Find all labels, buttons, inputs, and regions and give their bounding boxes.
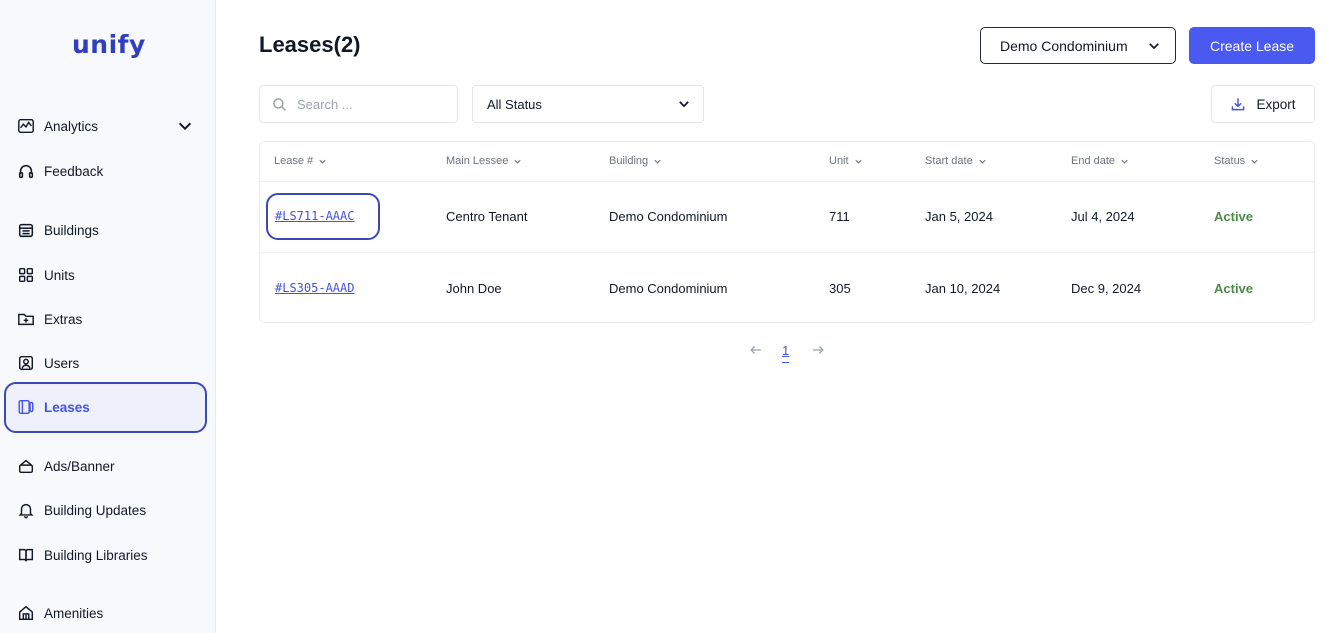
sidebar-item-buildings[interactable]: Buildings (16, 214, 202, 246)
chevron-down-icon[interactable] (176, 117, 194, 135)
brand-logo[interactable]: unify (72, 30, 146, 59)
sidebar-item-label: Buildings (44, 222, 99, 238)
status-badge: Active (1214, 281, 1254, 296)
column-header-start-date[interactable]: Start date (925, 155, 987, 167)
grid-icon (16, 265, 36, 285)
search-input[interactable] (297, 96, 447, 112)
chevron-down-icon (1149, 42, 1159, 49)
chevron-down-icon (514, 159, 521, 164)
sidebar-item-label: Leases (44, 399, 90, 415)
create-lease-button[interactable]: Create Lease (1189, 27, 1315, 64)
building-cell: Demo Condominium (609, 209, 728, 224)
status-filter-value: All Status (487, 96, 542, 112)
page-title: Leases(2) (259, 32, 361, 57)
folder-plus-icon (16, 309, 36, 329)
lease-id-link[interactable]: #LS305-AAAD (275, 281, 354, 295)
table-header: Lease # Main Lessee Building Unit Start … (260, 142, 1314, 182)
column-header-main-lessee[interactable]: Main Lessee (446, 155, 522, 167)
headset-icon (16, 161, 36, 181)
user-square-icon (16, 353, 36, 373)
table-row[interactable]: #LS305-AAAD John Doe Demo Condominium 30… (260, 252, 1314, 323)
sidebar-item-label: Users (44, 355, 80, 371)
page-number-current[interactable]: 1 (782, 343, 790, 363)
column-header-status[interactable]: Status (1214, 155, 1259, 167)
unit-cell: 711 (829, 209, 850, 224)
sidebar: unify Analytics Feedback Buildings Units… (0, 0, 216, 633)
amenities-icon (16, 603, 36, 623)
arrow-left-icon[interactable] (749, 343, 763, 357)
sidebar-item-analytics[interactable]: Analytics (16, 110, 202, 142)
chevron-down-icon (654, 159, 661, 164)
sidebar-item-leases[interactable]: Leases (16, 391, 202, 423)
sidebar-item-label: Amenities (44, 605, 104, 621)
book-icon (16, 545, 36, 565)
search-box[interactable] (259, 85, 458, 123)
leases-table: Lease # Main Lessee Building Unit Start … (259, 141, 1315, 323)
sidebar-item-building-updates[interactable]: Building Updates (16, 494, 202, 526)
chevron-down-icon (979, 159, 986, 164)
bell-icon (16, 500, 36, 520)
column-header-lease[interactable]: Lease # (274, 155, 327, 167)
end-date-cell: Jul 4, 2024 (1071, 209, 1135, 224)
pagination: 1 (745, 340, 835, 370)
table-row[interactable]: #LS711-AAAC Centro Tenant Demo Condomini… (260, 182, 1314, 253)
download-icon (1232, 98, 1245, 111)
export-button[interactable]: Export (1211, 85, 1315, 123)
ad-icon (16, 456, 36, 476)
column-header-end-date[interactable]: End date (1071, 155, 1129, 167)
lease-icon (16, 397, 36, 417)
sidebar-item-units[interactable]: Units (16, 259, 202, 291)
app-root: unify Analytics Feedback Buildings Units… (0, 0, 1327, 633)
chevron-down-icon (1251, 159, 1258, 164)
sidebar-item-ads-banner[interactable]: Ads/Banner (16, 450, 202, 482)
sidebar-item-feedback[interactable]: Feedback (16, 155, 202, 187)
chevron-down-icon (854, 159, 862, 164)
main-lessee-cell: Centro Tenant (446, 209, 528, 224)
sidebar-item-label: Building Libraries (44, 547, 148, 563)
sidebar-item-label: Units (44, 267, 75, 283)
main-lessee-cell: John Doe (446, 281, 502, 296)
status-filter-select[interactable]: All Status (472, 85, 704, 123)
chart-line-icon (16, 116, 36, 136)
start-date-cell: Jan 10, 2024 (925, 281, 1001, 296)
sidebar-item-label: Analytics (44, 118, 99, 134)
export-label: Export (1256, 96, 1296, 112)
building-select[interactable]: Demo Condominium (980, 27, 1176, 64)
sidebar-item-amenities[interactable]: Amenities (16, 597, 202, 629)
search-icon (273, 97, 287, 111)
building-select-value: Demo Condominium (1000, 37, 1128, 54)
sidebar-item-label: Feedback (44, 163, 104, 179)
lease-id-link[interactable]: #LS711-AAAC (275, 209, 354, 223)
arrow-right-icon[interactable] (811, 343, 825, 357)
sidebar-item-label: Extras (44, 311, 83, 327)
sidebar-item-building-libraries[interactable]: Building Libraries (16, 539, 202, 571)
chevron-down-icon (319, 159, 326, 164)
column-header-unit[interactable]: Unit (829, 155, 863, 167)
sidebar-item-label: Building Updates (44, 502, 147, 518)
chevron-down-icon (679, 101, 689, 108)
status-badge: Active (1214, 209, 1254, 224)
chevron-down-icon (1121, 159, 1128, 164)
building-cell: Demo Condominium (609, 281, 728, 296)
unit-cell: 305 (829, 281, 851, 296)
sidebar-item-users[interactable]: Users (16, 347, 202, 379)
building-icon (16, 220, 36, 240)
sidebar-item-label: Ads/Banner (44, 458, 115, 474)
start-date-cell: Jan 5, 2024 (925, 209, 993, 224)
sidebar-item-extras[interactable]: Extras (16, 303, 202, 335)
end-date-cell: Dec 9, 2024 (1071, 281, 1142, 296)
column-header-building[interactable]: Building (609, 155, 662, 167)
